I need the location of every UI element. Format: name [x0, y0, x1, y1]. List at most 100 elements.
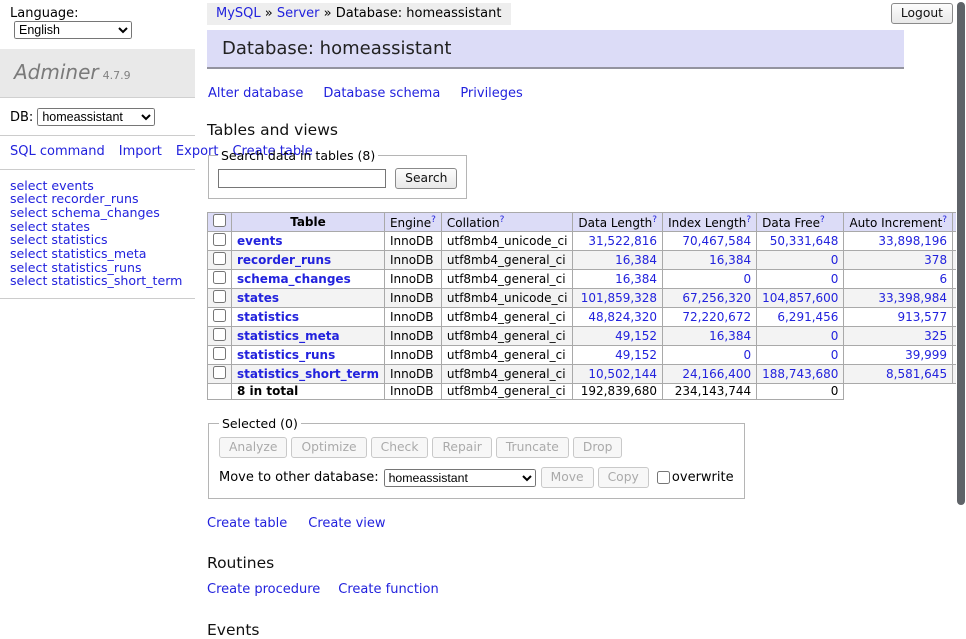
- routine-link[interactable]: Create procedure: [207, 582, 320, 597]
- search-legend: Search data in tables (8): [218, 148, 378, 163]
- cell-engine: InnoDB: [384, 251, 441, 270]
- move-button[interactable]: Move: [541, 467, 594, 488]
- db-label: DB:: [10, 110, 33, 125]
- row-checkbox-recorder_runs[interactable]: [213, 252, 226, 265]
- row-checkbox-events[interactable]: [213, 233, 226, 246]
- table-row-events: eventsInnoDButf8mb4_unicode_ci31,522,816…: [208, 232, 966, 251]
- cell-collation: utf8mb4_general_ci: [441, 270, 573, 289]
- move-db-select[interactable]: homeassistant: [384, 469, 536, 487]
- search-input[interactable]: [218, 169, 386, 188]
- table-row-recorder_runs: recorder_runsInnoDButf8mb4_general_ci16,…: [208, 251, 966, 270]
- cell-engine: InnoDB: [384, 346, 441, 365]
- row-checkbox-statistics_meta[interactable]: [213, 328, 226, 341]
- cell-auto_increment: 325: [844, 327, 953, 346]
- column-header-collation: Collation?: [441, 213, 573, 232]
- table-link-recorder_runs[interactable]: recorder_runs: [237, 253, 331, 267]
- db-select[interactable]: homeassistant: [37, 108, 155, 126]
- row-checkbox-statistics_short_term[interactable]: [213, 366, 226, 379]
- database-nav-link[interactable]: Alter database: [208, 86, 303, 101]
- cell-data_free: 0: [757, 346, 844, 365]
- db-selector-row: DB: homeassistant: [0, 98, 195, 135]
- cell-data_free: 50,331,648: [757, 232, 844, 251]
- sidebar-select-link[interactable]: select schema_changes: [10, 206, 187, 220]
- help-icon[interactable]: ?: [500, 215, 505, 225]
- help-icon[interactable]: ?: [746, 215, 751, 225]
- selected-action-button[interactable]: Repair: [432, 437, 491, 458]
- scrollbar-track[interactable]: [956, 0, 966, 543]
- cell-collation: utf8mb4_general_ci: [441, 346, 573, 365]
- sidebar: Language:English Adminer4.7.9 DB: homeass…: [0, 0, 195, 299]
- cell-engine: InnoDB: [384, 327, 441, 346]
- cell-auto_increment: 6: [844, 270, 953, 289]
- breadcrumb-item[interactable]: MySQL: [216, 6, 261, 21]
- sidebar-select-link[interactable]: select statistics_short_term: [10, 274, 187, 288]
- selected-action-button[interactable]: Optimize: [291, 437, 366, 458]
- cell-engine: InnoDB: [384, 232, 441, 251]
- language-row: Language:English: [0, 0, 195, 44]
- app-title-band: Adminer4.7.9: [0, 49, 195, 98]
- sidebar-select-link[interactable]: select statistics_runs: [10, 261, 187, 275]
- row-checkbox-statistics[interactable]: [213, 309, 226, 322]
- help-icon[interactable]: ?: [431, 215, 436, 225]
- create-link[interactable]: Create view: [308, 516, 385, 531]
- scrollbar-thumb[interactable]: [957, 2, 965, 505]
- sidebar-select-link[interactable]: select recorder_runs: [10, 192, 187, 206]
- routine-link[interactable]: Create function: [338, 582, 438, 597]
- sidebar-select-link[interactable]: select statistics: [10, 233, 187, 247]
- create-link[interactable]: Create table: [207, 516, 287, 531]
- tables-list-head: TableEngine?Collation?Data Length?Index …: [208, 213, 966, 232]
- cell-data_length: 16,384: [573, 251, 663, 270]
- sidebar-select-link[interactable]: select states: [10, 220, 187, 234]
- breadcrumb-item[interactable]: Server: [277, 6, 320, 21]
- total-cell: 8 in total: [232, 384, 385, 400]
- sidebar-action-link[interactable]: Import: [119, 144, 162, 159]
- logout-button[interactable]: Logout: [891, 3, 953, 24]
- column-header-auto_increment: Auto Increment?: [844, 213, 953, 232]
- selected-action-buttons: AnalyzeOptimizeCheckRepairTruncateDrop: [219, 437, 734, 458]
- cell-data_free: 0: [757, 270, 844, 289]
- cell-index_length: 24,166,400: [663, 365, 757, 384]
- database-nav-link[interactable]: Privileges: [460, 86, 523, 101]
- row-checkbox-states[interactable]: [213, 290, 226, 303]
- cell-auto_increment: 913,577: [844, 308, 953, 327]
- database-nav-link[interactable]: Database schema: [323, 86, 440, 101]
- cell-collation: utf8mb4_unicode_ci: [441, 289, 573, 308]
- cell-index_length: 16,384: [663, 251, 757, 270]
- help-icon[interactable]: ?: [652, 215, 657, 225]
- sidebar-action-link[interactable]: SQL command: [10, 144, 105, 159]
- selected-action-button[interactable]: Truncate: [496, 437, 569, 458]
- cell-data_length: 49,152: [573, 327, 663, 346]
- help-icon[interactable]: ?: [942, 215, 947, 225]
- table-link-statistics_meta[interactable]: statistics_meta: [237, 329, 340, 343]
- sidebar-select-link[interactable]: select statistics_meta: [10, 247, 187, 261]
- search-button[interactable]: Search: [395, 168, 457, 189]
- table-row-statistics_meta: statistics_metaInnoDButf8mb4_general_ci4…: [208, 327, 966, 346]
- table-link-statistics[interactable]: statistics: [237, 310, 299, 324]
- selected-action-button[interactable]: Drop: [573, 437, 623, 458]
- overwrite-checkbox[interactable]: [657, 471, 670, 484]
- language-select[interactable]: English: [14, 21, 132, 39]
- table-link-statistics_short_term[interactable]: statistics_short_term: [237, 367, 379, 381]
- selected-action-button[interactable]: Analyze: [219, 437, 287, 458]
- cell-data_length: 16,384: [573, 270, 663, 289]
- overwrite-label: overwrite: [672, 470, 734, 485]
- cell-index_length: 16,384: [663, 327, 757, 346]
- table-link-events[interactable]: events: [237, 234, 283, 248]
- selected-action-button[interactable]: Check: [371, 437, 429, 458]
- help-icon[interactable]: ?: [820, 215, 825, 225]
- move-label: Move to other database:: [219, 470, 379, 485]
- cell-index_length: 70,467,584: [663, 232, 757, 251]
- table-link-states[interactable]: states: [237, 291, 279, 305]
- row-checkbox-statistics_runs[interactable]: [213, 347, 226, 360]
- cell-engine: InnoDB: [384, 289, 441, 308]
- table-link-statistics_runs[interactable]: statistics_runs: [237, 348, 335, 362]
- cell-engine: InnoDB: [384, 365, 441, 384]
- move-buttons: MoveCopy: [541, 470, 653, 485]
- table-link-schema_changes[interactable]: schema_changes: [237, 272, 351, 286]
- row-checkbox-schema_changes[interactable]: [213, 271, 226, 284]
- select-all-checkbox[interactable]: [213, 214, 226, 227]
- table-row-states: statesInnoDButf8mb4_unicode_ci101,859,32…: [208, 289, 966, 308]
- sidebar-select-link[interactable]: select events: [10, 179, 187, 193]
- app-name[interactable]: Adminer: [14, 60, 99, 84]
- move-button[interactable]: Copy: [598, 467, 649, 488]
